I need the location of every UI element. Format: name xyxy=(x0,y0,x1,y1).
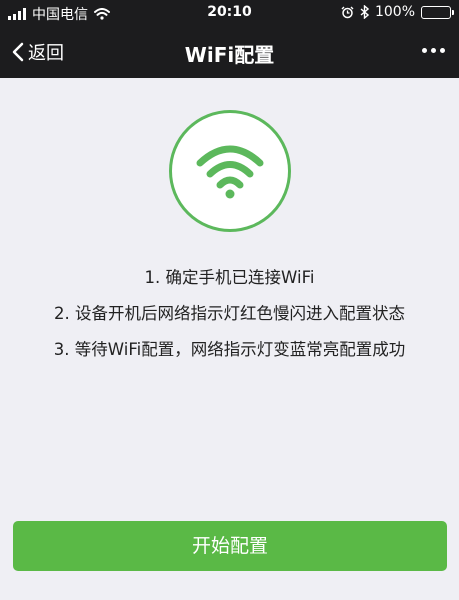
main-content: 1. 确定手机已连接WiFi 2. 设备开机后网络指示灯红色慢闪进入配置状态 3… xyxy=(0,78,459,600)
status-bar: 中国电信 20:10 100% xyxy=(0,0,459,26)
more-icon[interactable] xyxy=(422,48,445,53)
nav-bar: 返回 WiFi配置 xyxy=(0,26,459,78)
instruction-step-1: 1. 确定手机已连接WiFi xyxy=(144,268,315,287)
bluetooth-icon xyxy=(360,5,369,19)
alarm-icon xyxy=(341,6,354,18)
instruction-step-3: 3. 等待WiFi配置，网络指示灯变蓝常亮配置成功 xyxy=(53,340,406,359)
wifi-icon xyxy=(196,145,264,199)
wifi-illustration xyxy=(169,110,291,232)
page-title: WiFi配置 xyxy=(184,43,275,67)
battery-label: 100% xyxy=(374,4,415,20)
status-right: 100% xyxy=(341,4,454,20)
battery-icon xyxy=(421,5,454,19)
instruction-step-2: 2. 设备开机后网络指示灯红色慢闪进入配置状态 xyxy=(54,304,405,323)
instructions-list: 1. 确定手机已连接WiFi 2. 设备开机后网络指示灯红色慢闪进入配置状态 3… xyxy=(0,260,459,368)
start-config-button[interactable]: 开始配置 xyxy=(13,521,447,571)
